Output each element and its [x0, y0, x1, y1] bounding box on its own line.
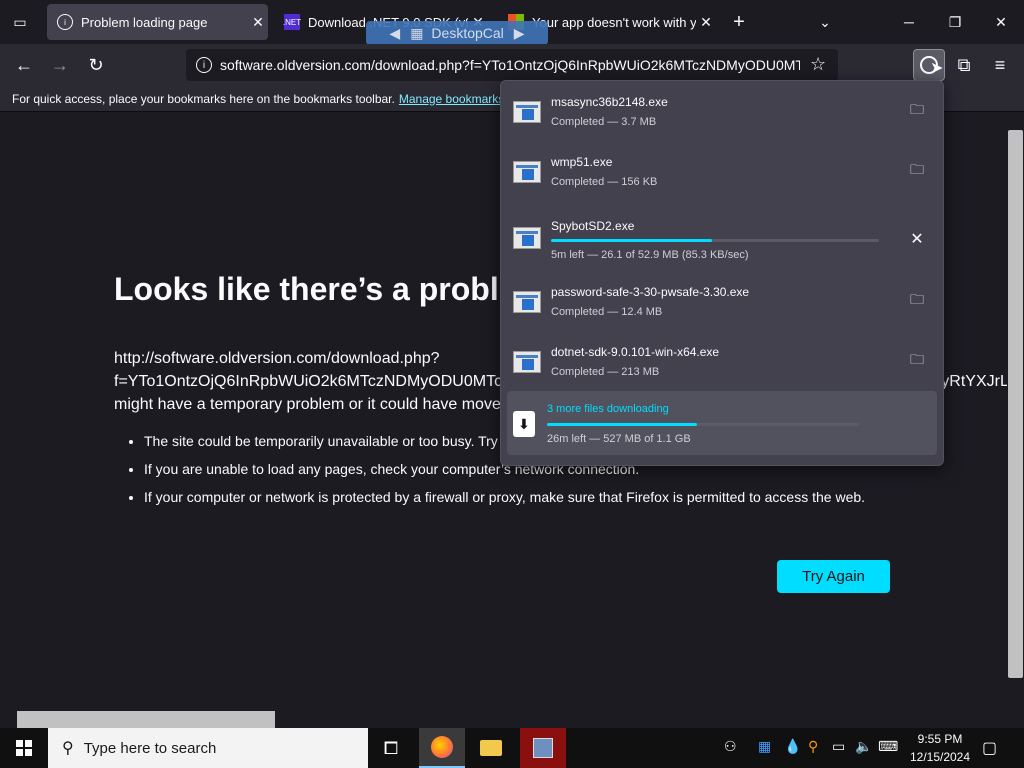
exe-file-icon: [513, 227, 541, 249]
download-item[interactable]: password-safe-3-30-pwsafe-3.30.exe Compl…: [509, 275, 937, 335]
folder-icon[interactable]: 🗀: [903, 97, 931, 125]
summary-progress-fill: [547, 423, 697, 426]
people-icon[interactable]: ⚇: [724, 738, 737, 755]
bookmarks-hint-text: For quick access, place your bookmarks h…: [12, 91, 395, 106]
close-tab-icon[interactable]: ✕: [248, 14, 268, 31]
download-status: 5m left — 26.1 of 52.9 MB (85.3 KB/sec): [551, 249, 749, 261]
taskbar-clock[interactable]: 9:55 PM 12/15/2024: [904, 730, 976, 766]
windows-logo-icon: [16, 740, 32, 756]
menu-hamburger-icon[interactable]: ≡: [984, 49, 1016, 81]
download-item-in-progress[interactable]: SpybotSD2.exe 5m left — 26.1 of 52.9 MB …: [509, 205, 937, 265]
downloads-panel: msasync36b2148.exe Completed — 3.7 MB 🗀 …: [500, 80, 944, 466]
download-filename: wmp51.exe: [551, 155, 613, 169]
maximize-button[interactable]: ❐: [932, 0, 978, 44]
download-progress-fill: [551, 239, 712, 242]
desktopcal-widget[interactable]: ◀ ▦ DesktopCal ▶: [366, 21, 548, 45]
summary-status: 26m left — 527 MB of 1.1 GB: [547, 433, 691, 445]
download-status: Completed — 213 MB: [551, 366, 660, 378]
windows-start-button[interactable]: [0, 728, 48, 768]
tab-problem-loading[interactable]: i Problem loading page ✕: [47, 4, 268, 40]
arrow-right-icon[interactable]: ▶: [514, 25, 525, 42]
tab-overview-icon[interactable]: ▭: [0, 0, 40, 44]
tab-list-chevron-down-icon[interactable]: ⌄: [803, 0, 847, 44]
close-window-button[interactable]: ✕: [978, 0, 1024, 44]
exe-file-icon: [513, 351, 541, 373]
mouse-cursor-icon: ➤: [930, 60, 944, 77]
back-button[interactable]: ←: [8, 49, 40, 81]
bookmark-star-icon[interactable]: ☆: [810, 54, 826, 75]
downloads-summary[interactable]: ⬇ 3 more files downloading 26m left — 52…: [507, 391, 937, 455]
app-grid-tray-icon[interactable]: ▦: [758, 738, 771, 755]
file-explorer-icon[interactable]: [468, 728, 514, 768]
download-filename: SpybotSD2.exe: [551, 219, 635, 233]
horizontal-scrollbar-thumb[interactable]: [17, 711, 275, 728]
cancel-icon[interactable]: ✕: [903, 225, 931, 253]
url-text[interactable]: software.oldversion.com/download.php?f=Y…: [220, 57, 800, 73]
network-icon[interactable]: ▭: [832, 738, 845, 755]
taskbar: ⚲ Type here to search ⧠ ⚇ ▦ 💧 ⚲ ▭ 🔈 ⌨ 9:…: [0, 728, 1024, 768]
download-status: Completed — 156 KB: [551, 176, 658, 188]
task-view-icon[interactable]: ⧠: [368, 728, 414, 768]
arrow-left-icon[interactable]: ◀: [389, 25, 400, 42]
folder-icon[interactable]: 🗀: [903, 347, 931, 375]
download-item[interactable]: dotnet-sdk-9.0.101-win-x64.exe Completed…: [509, 335, 937, 395]
dotnet-icon: .NET: [283, 14, 301, 30]
download-arrow-icon: ⬇: [513, 411, 535, 437]
reload-button[interactable]: ↻: [80, 49, 112, 81]
search-tray-icon[interactable]: ⚲: [808, 738, 818, 755]
keyboard-icon[interactable]: ⌨: [878, 738, 898, 755]
info-icon: i: [57, 14, 73, 30]
notification-icon[interactable]: ▢: [982, 738, 997, 758]
extensions-icon[interactable]: ⧉: [948, 49, 980, 81]
manage-bookmarks-link[interactable]: Manage bookmarks: [399, 92, 504, 106]
droplet-tray-icon[interactable]: 💧: [784, 738, 801, 755]
download-item[interactable]: wmp51.exe Completed — 156 KB 🗀: [509, 145, 937, 205]
volume-muted-icon[interactable]: 🔈: [855, 738, 872, 755]
site-info-icon[interactable]: i: [196, 57, 212, 73]
firefox-logo-icon: [431, 736, 453, 758]
tab-title: Your app doesn't work with you: [532, 14, 696, 30]
search-placeholder: Type here to search: [83, 739, 217, 757]
folder-icon[interactable]: 🗀: [903, 157, 931, 185]
clock-date: 12/15/2024: [909, 750, 971, 764]
summary-title: 3 more files downloading: [547, 403, 669, 415]
taskbar-search-box[interactable]: ⚲ Type here to search: [48, 728, 368, 768]
exe-file-icon: [513, 101, 541, 123]
setup-icon: [533, 738, 553, 758]
close-tab-icon[interactable]: ✕: [696, 14, 716, 31]
exe-file-icon: [513, 291, 541, 313]
download-item[interactable]: msasync36b2148.exe Completed — 3.7 MB 🗀: [509, 85, 937, 145]
suggestion-item: If your computer or network is protected…: [144, 487, 904, 507]
vertical-scrollbar-thumb[interactable]: [1008, 130, 1023, 678]
search-icon: ⚲: [62, 740, 74, 757]
download-filename: msasync36b2148.exe: [551, 95, 668, 109]
try-again-button[interactable]: Try Again: [777, 560, 890, 593]
download-filename: password-safe-3-30-pwsafe-3.30.exe: [551, 285, 750, 299]
clock-time: 9:55 PM: [917, 732, 963, 746]
download-status: Completed — 3.7 MB: [551, 116, 657, 128]
folder-icon[interactable]: 🗀: [903, 287, 931, 315]
url-bar[interactable]: i software.oldversion.com/download.php?f…: [186, 49, 838, 81]
minimize-button[interactable]: ─: [886, 0, 932, 44]
tab-title: Problem loading page: [81, 14, 208, 30]
download-filename: dotnet-sdk-9.0.101-win-x64.exe: [551, 345, 720, 359]
download-status: Completed — 12.4 MB: [551, 306, 663, 318]
grid-icon: ▦: [410, 24, 424, 41]
summary-progress-bar: [547, 423, 859, 426]
folder-icon: [480, 740, 502, 756]
exe-file-icon: [513, 161, 541, 183]
forward-button[interactable]: →: [44, 49, 76, 81]
download-progress-bar: [551, 239, 879, 242]
firefox-taskbar-icon[interactable]: [419, 728, 465, 768]
new-tab-button[interactable]: +: [717, 0, 761, 44]
installer-app-icon[interactable]: [520, 728, 566, 768]
desktopcal-label: DesktopCal: [431, 25, 504, 41]
